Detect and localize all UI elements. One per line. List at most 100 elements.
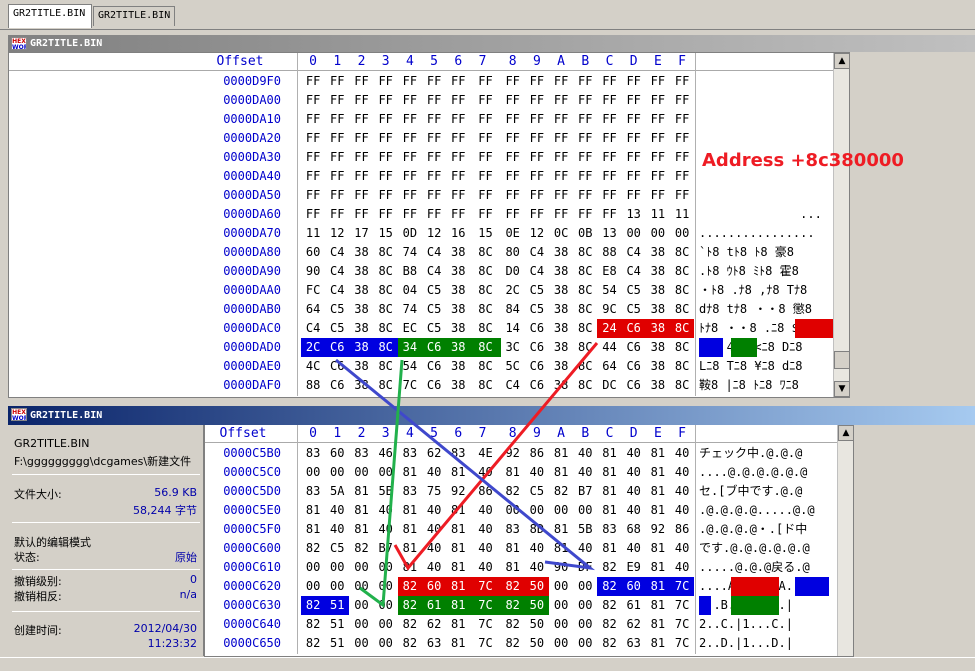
hex-byte[interactable]: FF — [622, 72, 646, 91]
hex-row[interactable]: 0000DAF0 88 C6 38 8C 7C C6 38 8C C4 C6 38 8C DC C6 38 8C… — [9, 376, 833, 395]
hex-byte[interactable]: 63 — [622, 634, 646, 653]
ascii-text[interactable]: ................ — [699, 224, 831, 243]
hex-byte[interactable]: 8C — [470, 243, 500, 262]
hex-byte[interactable]: 7C — [670, 577, 695, 596]
hex-byte[interactable]: 88 — [597, 243, 621, 262]
hex-byte[interactable]: 81 — [549, 444, 573, 463]
hex-row[interactable]: 0000DAC0 C4 C5 38 8C EC C5 38 8C 14 C6 38 8C 24 C6 38 8C… — [9, 319, 835, 338]
hex-byte[interactable]: 82 — [501, 482, 525, 501]
hex-byte[interactable]: 38 — [549, 319, 573, 338]
hex-byte[interactable]: 15 — [374, 224, 398, 243]
hex-byte[interactable]: 38 — [549, 281, 573, 300]
hex-byte[interactable]: 7C — [470, 596, 501, 615]
hex-byte[interactable]: 38 — [446, 376, 470, 395]
hex-byte[interactable]: C6 — [325, 376, 349, 395]
hex-byte[interactable]: C6 — [422, 338, 447, 357]
hex-byte[interactable]: C4 — [622, 262, 646, 281]
hex-byte[interactable]: 00 — [349, 634, 373, 653]
hex-byte[interactable]: C5 — [422, 300, 446, 319]
hex-byte[interactable]: C5 — [525, 281, 549, 300]
hex-byte[interactable]: 8C — [573, 281, 597, 300]
hex-byte[interactable]: FF — [301, 148, 325, 167]
hex-byte[interactable]: FF — [573, 205, 597, 224]
hex-byte[interactable]: 61 — [622, 596, 646, 615]
hex-byte[interactable]: FF — [301, 129, 325, 148]
hex-byte[interactable]: 50 — [524, 596, 549, 615]
hex-byte[interactable]: C5 — [325, 300, 349, 319]
hex-byte[interactable]: 00 — [549, 634, 573, 653]
hex-byte[interactable]: FF — [670, 148, 694, 167]
hex-byte[interactable]: 83 — [398, 444, 422, 463]
hex-byte[interactable]: FF — [325, 91, 349, 110]
hex-byte[interactable]: C4 — [325, 243, 349, 262]
hex-byte[interactable]: 8C — [670, 376, 694, 395]
hex-byte[interactable]: 40 — [670, 558, 694, 577]
hex-byte[interactable]: C6 — [325, 357, 349, 376]
hex-byte[interactable]: 00 — [325, 558, 349, 577]
hex-byte[interactable]: FF — [446, 148, 470, 167]
hex-byte[interactable]: C4 — [501, 376, 525, 395]
hex-byte[interactable]: FF — [525, 72, 549, 91]
hex-row[interactable]: 0000C640 82 51 00 00 82 62 81 7C 82 50 00 00 82 62 81 7C… — [205, 615, 837, 634]
hex-byte[interactable]: D0 — [501, 262, 525, 281]
hex-byte[interactable]: FF — [349, 205, 373, 224]
hex-byte[interactable]: FF — [398, 72, 422, 91]
hex-byte[interactable]: FF — [597, 110, 621, 129]
hex-row[interactable]: 0000DA20 FF FF FF FF FF FF FF FF FF FF FF FF FF FF FF FF — [9, 129, 833, 148]
hex-byte[interactable]: 64 — [301, 300, 325, 319]
hex-byte[interactable]: FF — [325, 167, 349, 186]
hex-byte[interactable]: 38 — [549, 376, 573, 395]
hex-byte[interactable]: C6 — [422, 357, 446, 376]
hex-byte[interactable]: FF — [446, 110, 470, 129]
hex-byte[interactable]: 11 — [301, 224, 325, 243]
hex-byte[interactable]: 12 — [325, 224, 349, 243]
hex-byte[interactable]: FF — [349, 129, 373, 148]
hex-byte[interactable]: 81 — [301, 520, 325, 539]
hex-byte[interactable]: 82 — [500, 596, 525, 615]
hex-byte[interactable]: 8C — [470, 357, 500, 376]
hex-byte[interactable]: 81 — [597, 539, 621, 558]
hex-byte[interactable]: C6 — [525, 319, 549, 338]
hex-byte[interactable]: 00 — [549, 501, 573, 520]
hex-byte[interactable]: 82 — [549, 482, 573, 501]
hex-byte[interactable]: 38 — [349, 357, 373, 376]
hex-byte[interactable]: FF — [470, 110, 500, 129]
hex-byte[interactable]: 04 — [398, 281, 422, 300]
hex-byte[interactable]: 40 — [622, 444, 646, 463]
scroll-thumb[interactable] — [834, 351, 850, 369]
hex-byte[interactable]: FF — [470, 167, 500, 186]
hex-byte[interactable]: 40 — [525, 539, 549, 558]
hex-byte[interactable]: 83 — [349, 444, 373, 463]
hex-byte[interactable]: EC — [398, 319, 422, 338]
hex-byte[interactable]: 7C — [670, 634, 694, 653]
hex-byte[interactable]: FF — [573, 148, 597, 167]
hex-byte[interactable]: FF — [597, 72, 621, 91]
hex-byte[interactable]: 8C — [374, 357, 398, 376]
hex-byte[interactable]: FF — [325, 110, 349, 129]
hex-byte[interactable]: FF — [525, 148, 549, 167]
hex-byte[interactable]: 8C — [470, 300, 500, 319]
hex-byte[interactable]: FF — [422, 148, 446, 167]
hex-byte[interactable]: 90 — [301, 262, 325, 281]
hex-byte[interactable]: FF — [374, 205, 398, 224]
ascii-text[interactable]: .@.@.@.@・.[ド中 — [699, 520, 835, 539]
hex-byte[interactable]: 38 — [646, 357, 670, 376]
hex-byte[interactable]: 46 — [374, 444, 398, 463]
hex-byte[interactable]: 50 — [525, 615, 549, 634]
hex-byte[interactable]: 00 — [374, 615, 398, 634]
hex-byte[interactable]: 81 — [501, 539, 525, 558]
hex-byte[interactable]: FF — [422, 91, 446, 110]
hex-byte[interactable]: 4E — [470, 444, 500, 463]
hex-byte[interactable]: 38 — [349, 319, 373, 338]
hex-byte[interactable]: 50 — [524, 577, 549, 596]
hex-byte[interactable]: 0D — [398, 224, 422, 243]
hex-byte[interactable]: FF — [446, 205, 470, 224]
hex-byte[interactable]: 00 — [374, 577, 398, 596]
hex-byte[interactable]: FF — [646, 110, 670, 129]
ascii-text[interactable]: Lﾆ8 Tﾆ8 ¥ﾆ8 dﾆ8 — [699, 357, 831, 376]
hex-byte[interactable]: C4 — [422, 262, 446, 281]
hex-byte[interactable]: FF — [549, 72, 573, 91]
hex-byte[interactable]: 92 — [446, 482, 470, 501]
hex-byte[interactable]: FF — [670, 72, 694, 91]
hex-byte[interactable]: FF — [446, 167, 470, 186]
